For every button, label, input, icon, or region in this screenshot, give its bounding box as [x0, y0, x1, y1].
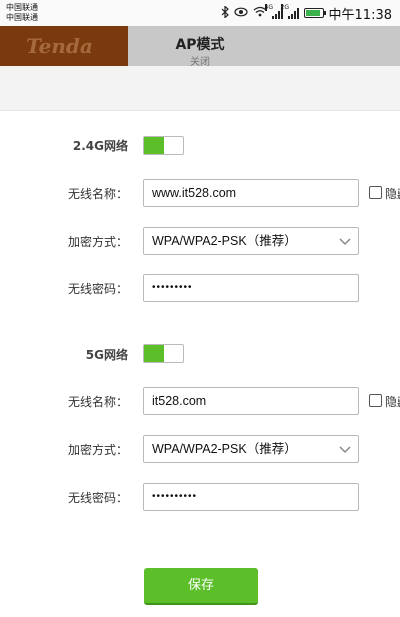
carrier-label-2: 中国联通 [6, 13, 38, 22]
encryption-select-5g[interactable]: WPA/WPA2-PSK（推荐） [143, 435, 359, 463]
status-icons: 4G 2G 中午11:38 [221, 3, 392, 23]
hide-checkbox-24g[interactable] [369, 186, 382, 199]
page-subtitle: 关闭 [190, 57, 210, 66]
hide-checkbox-5g[interactable] [369, 394, 382, 407]
ssid-input-24g[interactable]: www.it528.com [143, 179, 359, 207]
chevron-down-icon [339, 446, 351, 454]
bluetooth-icon [221, 4, 229, 21]
save-button[interactable]: 保存 [144, 568, 258, 605]
signal-tag-4g: 4G [264, 3, 273, 11]
encryption-select-24g[interactable]: WPA/WPA2-PSK（推荐） [143, 227, 359, 255]
password-label-5g: 无线密码： [67, 491, 128, 505]
toggle-5g[interactable] [143, 344, 184, 363]
page-title: AP模式 [175, 37, 225, 53]
password-input-24g[interactable]: ••••••••• [143, 274, 359, 302]
toggle-knob [144, 137, 164, 154]
status-bar: 中国联通 中国联通 4G 2G 中午11:38 [0, 0, 400, 26]
carrier-label-1: 中国联通 [6, 3, 38, 12]
header-band [0, 66, 400, 111]
encryption-value-24g: WPA/WPA2-PSK（推荐） [152, 234, 297, 248]
chevron-down-icon [339, 238, 351, 246]
clock: 中午11:38 [328, 7, 392, 23]
password-label-24g: 无线密码： [67, 282, 128, 296]
section-label-5g: 5G网络 [85, 348, 128, 362]
section-label-24g: 2.4G网络 [72, 139, 128, 153]
encryption-label-5g: 加密方式： [67, 443, 128, 457]
toggle-24g[interactable] [143, 136, 184, 155]
encryption-label-24g: 加密方式： [67, 235, 128, 249]
password-input-5g[interactable]: •••••••••• [143, 483, 359, 511]
signal-tag-2g: 2G [280, 3, 289, 11]
eye-icon [233, 7, 248, 20]
encryption-value-5g: WPA/WPA2-PSK（推荐） [152, 442, 297, 456]
hide-label-24g: 隐藏 [385, 187, 400, 201]
hide-label-5g: 隐藏 [385, 395, 400, 409]
ssid-input-5g[interactable]: it528.com [143, 387, 359, 415]
ssid-label-24g: 无线名称： [67, 187, 128, 201]
signal-strength-icon: 2G [280, 3, 299, 19]
ssid-label-5g: 无线名称： [67, 395, 128, 409]
toggle-knob [144, 345, 164, 362]
battery-icon [303, 8, 326, 18]
